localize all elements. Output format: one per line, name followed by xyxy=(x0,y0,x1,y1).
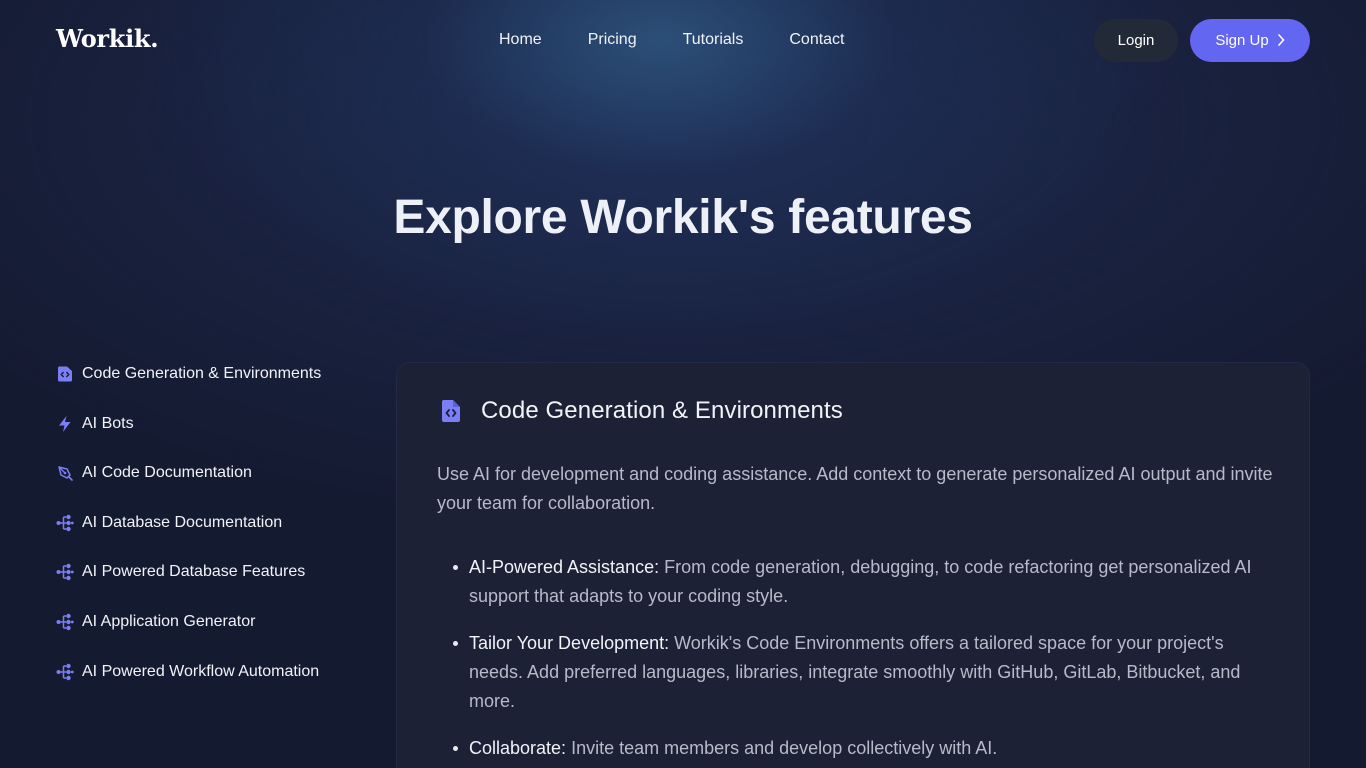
page-title: Explore Workik's features xyxy=(393,191,973,244)
login-label: Login xyxy=(1117,32,1155,49)
signup-label: Sign Up xyxy=(1215,32,1269,49)
workik-logo[interactable]: Workik. xyxy=(56,24,159,53)
sidebar-item-label: AI Code Documentation xyxy=(82,464,252,482)
point-title: AI-Powered Assistance: xyxy=(469,557,660,577)
code-file-icon xyxy=(56,365,74,383)
login-button[interactable]: Login xyxy=(1094,19,1178,62)
sidebar-item-label: AI Bots xyxy=(82,414,134,432)
sidebar-item-label: AI Database Documentation xyxy=(82,513,283,531)
code-file-icon xyxy=(437,397,465,425)
card-description: Use AI for development and coding assist… xyxy=(437,464,1273,513)
list-item: Collaborate: Invite team members and dev… xyxy=(437,734,1277,763)
hierarchy-icon xyxy=(56,563,74,581)
sidebar-item-ai-powered-workflow-automation[interactable]: AI Powered Workflow Automation xyxy=(56,660,376,684)
list-item: AI-Powered Assistance: From code generat… xyxy=(437,553,1277,611)
card-header: Code Generation & Environments xyxy=(437,397,843,425)
bullet-icon xyxy=(453,746,458,751)
nav-contact[interactable]: Contact xyxy=(766,31,867,49)
site-header: Workik. Home Pricing Tutorials Contact L… xyxy=(0,0,1366,80)
hierarchy-icon xyxy=(56,663,74,681)
sidebar-item-ai-application-generator[interactable]: AI Application Generator xyxy=(56,610,376,634)
feature-sidebar: Code Generation & Environments AI Bots A… xyxy=(56,362,376,709)
feature-detail-card: Code Generation & Environments Use AI fo… xyxy=(396,362,1310,768)
bullet-icon xyxy=(453,641,458,646)
card-title: Code Generation & Environments xyxy=(481,397,843,424)
sidebar-item-code-generation[interactable]: Code Generation & Environments xyxy=(56,362,376,386)
sidebar-item-label: AI Powered Database Features xyxy=(82,563,306,581)
list-item: Tailor Your Development: Workik's Code E… xyxy=(437,629,1277,716)
nav-tutorials[interactable]: Tutorials xyxy=(660,31,767,49)
bullet-icon xyxy=(453,565,458,570)
hierarchy-icon xyxy=(56,613,74,631)
pen-nib-icon xyxy=(56,464,74,482)
point-title: Collaborate: xyxy=(469,738,567,758)
point-text: Invite team members and develop collecti… xyxy=(566,738,998,758)
point-title: Tailor Your Development: xyxy=(469,633,670,653)
feature-points-list: AI-Powered Assistance: From code generat… xyxy=(437,553,1277,768)
hierarchy-icon xyxy=(56,514,74,532)
nav-home[interactable]: Home xyxy=(476,31,565,49)
lightning-icon xyxy=(56,415,74,433)
sidebar-item-ai-database-documentation[interactable]: AI Database Documentation xyxy=(56,511,376,535)
sidebar-item-ai-powered-database-features[interactable]: AI Powered Database Features xyxy=(56,560,376,584)
sidebar-item-label: AI Application Generator xyxy=(82,612,256,630)
sidebar-item-ai-bots[interactable]: AI Bots xyxy=(56,412,376,436)
main-nav: Home Pricing Tutorials Contact xyxy=(476,0,868,80)
signup-button[interactable]: Sign Up xyxy=(1190,19,1310,62)
chevron-right-icon xyxy=(1277,33,1285,48)
sidebar-item-label: AI Powered Workflow Automation xyxy=(82,662,320,680)
nav-pricing[interactable]: Pricing xyxy=(565,31,660,49)
sidebar-item-ai-code-documentation[interactable]: AI Code Documentation xyxy=(56,461,376,485)
sidebar-item-label: Code Generation & Environments xyxy=(82,365,322,382)
